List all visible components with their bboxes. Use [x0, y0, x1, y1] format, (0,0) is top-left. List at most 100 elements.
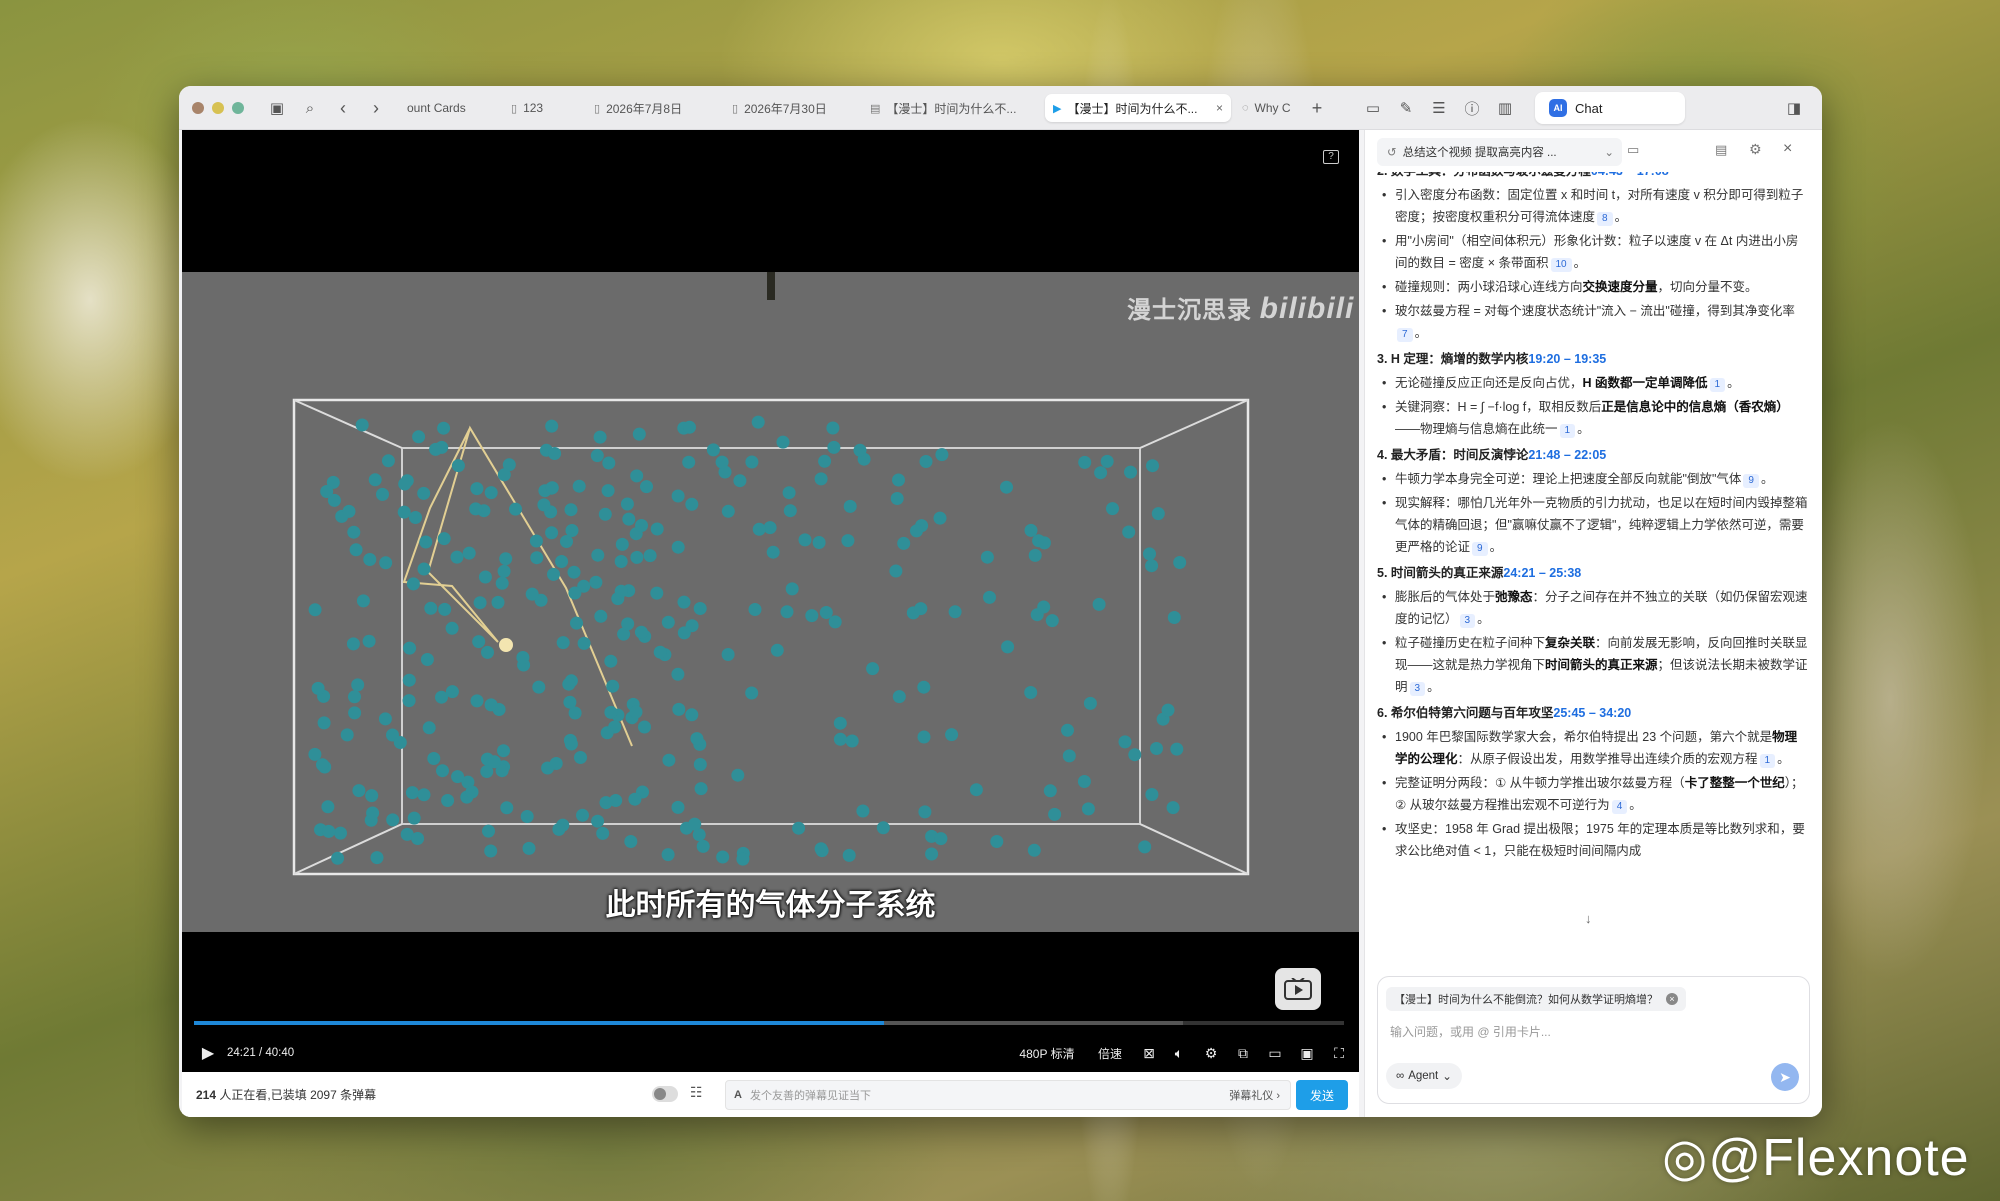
chat-input-box[interactable]: 【漫士】时间为什么不能倒流？如何从数学证明熵增？ × 输入问题，或用 @ 引用卡… — [1377, 976, 1810, 1104]
tab-3[interactable]: ▯ 2026年7月30日 — [724, 94, 859, 122]
video-area[interactable]: 漫士沉思录 bilibili ? 此时所有的气体分子系统 ▶ 24:21 / 4… — [182, 130, 1359, 1072]
molecule — [614, 584, 628, 598]
agent-mode-button[interactable]: ∞ Agent ⌄ — [1386, 1063, 1462, 1089]
danmaku-input[interactable]: A 发个友善的弹幕见证当下 弹幕礼仪 › — [725, 1080, 1291, 1110]
molecule — [351, 678, 365, 692]
tab-2[interactable]: ▯ 2026年7月8日 — [586, 94, 721, 122]
chat-tab[interactable]: AI Chat — [1535, 92, 1685, 124]
send-danmaku-button[interactable]: 发送 — [1296, 1080, 1348, 1110]
send-message-button[interactable]: ➤ — [1771, 1063, 1799, 1091]
tab-label: 2026年7月30日 — [744, 101, 827, 116]
chat-input-placeholder[interactable]: 输入问题，或用 @ 引用卡片... — [1390, 1023, 1551, 1040]
progress-bar[interactable] — [194, 1021, 1344, 1025]
molecule — [600, 726, 614, 740]
scroll-down-icon[interactable]: ↓ — [1585, 911, 1592, 926]
molecule — [672, 702, 686, 716]
molecule — [934, 832, 948, 846]
watching-count: 214 — [196, 1088, 217, 1102]
molecule — [814, 472, 828, 486]
citation-badge[interactable]: 4 — [1611, 800, 1628, 814]
molecule — [1081, 802, 1095, 816]
molecule — [766, 545, 780, 559]
timestamp-link[interactable]: 19:20 – 19:35 — [1528, 352, 1606, 366]
molecule — [406, 577, 420, 591]
citation-badge[interactable]: 1 — [1559, 424, 1576, 438]
citation-badge[interactable]: 9 — [1743, 474, 1759, 488]
tab-1[interactable]: ▯ 123 — [503, 94, 583, 122]
browser-window: ▣ ⌕ ‹ › ount Cards ▯ 123 ▯ 2026年7月8日 ▯ 2026… — [179, 86, 1822, 1117]
citation-badge[interactable]: 10 — [1550, 258, 1572, 272]
tab-5-active[interactable]: ▶ 【漫士】时间为什么不... × — [1045, 94, 1231, 122]
bullet-text: 。 — [1777, 752, 1790, 766]
timestamp-link[interactable]: 25:45 – 34:20 — [1553, 706, 1631, 720]
settings-icon[interactable]: ⚙ — [1749, 141, 1762, 158]
danmaku-settings-icon[interactable]: ☷ — [690, 1084, 703, 1101]
molecule — [640, 480, 653, 494]
citation-badge[interactable]: 3 — [1409, 682, 1426, 696]
molecule — [429, 442, 443, 456]
tab-label: 【漫士】时间为什么不... — [886, 101, 1017, 116]
back-icon[interactable]: ‹ — [331, 96, 355, 120]
citation-badge[interactable]: 9 — [1472, 542, 1488, 556]
new-tab-icon[interactable]: + — [1305, 96, 1329, 120]
tab-6[interactable]: ◌ Why C — [1234, 94, 1304, 122]
search-icon[interactable]: ⌕ — [298, 96, 322, 120]
reference-chip[interactable]: 【漫士】时间为什么不能倒流？如何从数学证明熵增？ × — [1386, 987, 1686, 1011]
tab-4[interactable]: ▤ 【漫士】时间为什么不... — [862, 94, 1042, 122]
widescreen-icon[interactable]: ▭ — [1263, 1035, 1287, 1071]
close-tab-icon[interactable]: × — [1216, 101, 1223, 115]
molecule — [1161, 703, 1175, 717]
play-icon[interactable]: ▶ — [198, 1035, 218, 1071]
molecule — [628, 792, 642, 806]
citation-badge[interactable]: 7 — [1397, 328, 1413, 342]
conversation-selector[interactable]: ↺ 总结这个视频 提取高亮内容 ... ⌄ — [1377, 138, 1622, 166]
citation-badge[interactable]: 8 — [1597, 212, 1613, 226]
speed-button[interactable]: 倍速 — [1092, 1035, 1128, 1071]
close-window-button[interactable] — [192, 102, 204, 114]
bullet-text: 。 — [1427, 680, 1440, 694]
citation-badge[interactable]: 3 — [1459, 614, 1476, 628]
molecule — [630, 550, 644, 564]
remove-reference-icon[interactable]: × — [1666, 993, 1678, 1005]
help-icon[interactable]: ? — [1323, 150, 1339, 164]
molecule — [403, 641, 417, 655]
highlight-icon[interactable]: ✎ — [1394, 96, 1418, 120]
citation-badge[interactable]: 1 — [1759, 754, 1776, 768]
quality-button[interactable]: 480P 标清 — [1012, 1035, 1082, 1071]
molecule — [980, 550, 994, 564]
volume-icon[interactable]: 🔈︎ — [1167, 1035, 1191, 1071]
danmaku-toggle[interactable] — [652, 1086, 678, 1102]
tab-0[interactable]: ount Cards — [399, 94, 499, 122]
zoom-window-button[interactable] — [232, 102, 244, 114]
panel-header: ↺ 总结这个视频 提取高亮内容 ... ⌄ ▭ ▤ ⚙ × — [1365, 130, 1822, 174]
screenshot-icon[interactable]: ▭ — [1361, 96, 1385, 120]
fullscreen-icon[interactable]: ⛶ — [1327, 1035, 1351, 1071]
new-chat-icon[interactable]: ▭ — [1627, 142, 1639, 158]
bullet-text: 只能在极短时间间隔内成 — [1503, 844, 1642, 858]
molecule — [1170, 742, 1184, 756]
timestamp-link[interactable]: 21:48 – 22:05 — [1528, 448, 1606, 462]
molecule — [562, 677, 576, 691]
list-icon[interactable]: ☰ — [1427, 96, 1451, 120]
molecule — [624, 835, 638, 848]
summary-bullet: 粒子碰撞历史在粒子间种下复杂关联：向前发展无影响，反向回推时关联显现——这就是热… — [1377, 632, 1809, 698]
close-panel-icon[interactable]: × — [1783, 140, 1792, 158]
panel-toggle-icon[interactable]: ◨ — [1782, 96, 1806, 120]
reader-icon[interactable]: ▥ — [1493, 96, 1517, 120]
molecule — [548, 447, 562, 460]
sidebar-toggle-icon[interactable]: ▣ — [265, 96, 289, 120]
forward-icon[interactable]: › — [364, 96, 388, 120]
timestamp-link[interactable]: 24:21 – 25:38 — [1503, 566, 1581, 580]
webfullscreen-icon[interactable]: ▣ — [1295, 1035, 1319, 1071]
save-card-icon[interactable]: ▤ — [1715, 142, 1727, 158]
citation-badge[interactable]: 1 — [1709, 378, 1726, 392]
danmaku-etiquette-link[interactable]: 弹幕礼仪 › — [1229, 1087, 1280, 1103]
info-icon[interactable]: ⓘ — [1460, 96, 1484, 120]
settings-gear-icon[interactable]: ⚙ — [1199, 1035, 1223, 1071]
timestamp-link[interactable]: 04:43 – 17:08 — [1591, 172, 1669, 178]
danmaku-off-icon[interactable]: ⊠ — [1137, 1035, 1161, 1071]
tv-play-icon[interactable] — [1275, 968, 1321, 1010]
pip-icon[interactable]: ⧉ — [1231, 1035, 1255, 1071]
minimize-window-button[interactable] — [212, 102, 224, 114]
font-style-icon[interactable]: A — [734, 1089, 742, 1101]
